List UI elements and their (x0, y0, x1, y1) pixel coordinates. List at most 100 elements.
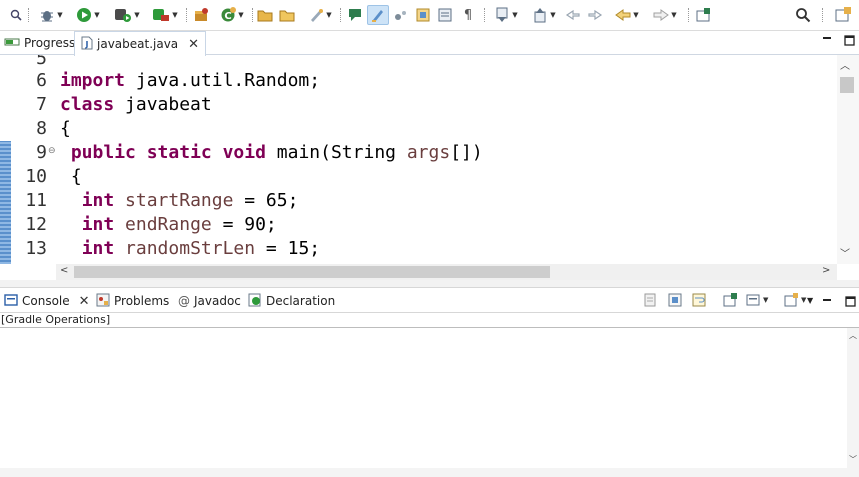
scroll-down-icon[interactable]: ﹀ (849, 454, 857, 465)
maximize-editor-icon[interactable] (844, 35, 855, 49)
declaration-icon (248, 293, 262, 310)
back-button[interactable]: ▼ (610, 5, 644, 25)
next-annotation-button[interactable]: ▼ (490, 5, 522, 25)
chevron-down-icon[interactable]: ▼ (94, 11, 99, 19)
line-number: 7 (36, 94, 47, 115)
chevron-down-icon[interactable]: ▼ (238, 11, 243, 19)
toggle-highlight-icon[interactable] (367, 5, 389, 25)
line-number-gutter: 5 6 7 8 9 ⊖ 10 11 12 13 (11, 55, 56, 264)
fold-collapse-icon[interactable]: ⊖ (48, 146, 56, 156)
console-vertical-scrollbar[interactable]: ︿ ﹀ (847, 328, 859, 477)
new-package-icon[interactable] (192, 5, 210, 25)
line-number: 11 (25, 190, 47, 211)
code-line[interactable]: import java.util.Random; (60, 69, 320, 93)
open-perspective-icon[interactable] (832, 5, 854, 25)
tab-javadoc[interactable]: @ Javadoc (178, 292, 241, 310)
close-icon[interactable]: ✕ (79, 294, 90, 309)
problems-icon (96, 293, 110, 310)
chevron-down-icon[interactable]: ▼ (512, 11, 517, 19)
chevron-down-icon[interactable]: ▼ (134, 11, 139, 19)
pilcrow-icon[interactable]: ¶ (460, 5, 476, 25)
scroll-up-icon[interactable]: ︿ (840, 57, 850, 72)
close-icon[interactable]: ✕ (188, 37, 199, 52)
external-tools-button[interactable]: ▼ (148, 5, 182, 25)
editor-horizontal-scrollbar[interactable]: < > (56, 264, 837, 280)
word-wrap-icon[interactable] (436, 5, 454, 25)
scrollbar-thumb[interactable] (74, 266, 550, 278)
console-horizontal-scrollbar[interactable] (0, 468, 847, 477)
chevron-down-icon[interactable]: ▼ (671, 11, 676, 19)
open-folder-icon[interactable] (278, 5, 296, 25)
bottom-panel-tab-bar: Console ✕ Problems @ Javadoc Declaration… (0, 288, 859, 312)
search-toolbar-icon[interactable] (8, 5, 24, 25)
chevron-down-icon[interactable]: ▼ (763, 296, 768, 304)
editor-tab-bar: Progress J javabeat.java ✕ (0, 31, 859, 56)
code-line[interactable]: public static void main(String args[]) (60, 141, 483, 165)
quick-diff-ruler (0, 55, 11, 264)
tab-console[interactable]: Console ✕ (4, 292, 90, 310)
open-task-button[interactable]: ▼ (304, 5, 336, 25)
run-button[interactable]: ▼ (72, 5, 104, 25)
block-selection-icon[interactable] (414, 5, 432, 25)
open-console-button[interactable]: ▼ (783, 292, 806, 308)
code-editor[interactable]: 5 6 7 8 9 ⊖ 10 11 12 13 import java.util… (0, 55, 859, 264)
forward-edit-icon[interactable] (586, 5, 604, 25)
line-number: 12 (25, 214, 47, 235)
pin-editor-icon[interactable] (694, 5, 712, 25)
tab-label: Console (22, 294, 70, 308)
minimize-editor-icon[interactable] (822, 33, 832, 46)
code-line[interactable]: int randomStrLen = 15; (60, 237, 320, 261)
code-line[interactable]: { (60, 117, 71, 141)
console-output[interactable] (0, 328, 859, 477)
code-line[interactable]: { (60, 165, 82, 189)
scroll-up-icon[interactable]: ︿ (849, 330, 857, 341)
tab-label: Declaration (266, 294, 336, 308)
line-number: 8 (36, 118, 47, 139)
coverage-button[interactable]: ▼ (110, 5, 144, 25)
panel-sash[interactable] (0, 280, 859, 288)
chevron-down-icon[interactable]: ▼ (326, 11, 331, 19)
minimize-panel-icon[interactable] (822, 292, 832, 308)
progress-icon (4, 36, 20, 51)
clear-console-icon[interactable] (643, 292, 659, 308)
show-whitespace-icon[interactable] (392, 5, 410, 25)
view-menu-icon[interactable]: ▼ (807, 292, 813, 308)
code-line[interactable]: int endRange = 90; (60, 213, 277, 237)
scroll-lock-icon[interactable] (667, 292, 683, 308)
console-title: [Gradle Operations] (0, 312, 859, 328)
scroll-down-icon[interactable]: ﹀ (840, 245, 850, 260)
tab-progress[interactable]: Progress (4, 31, 75, 55)
debug-button[interactable]: ▼ (36, 5, 66, 25)
chevron-down-icon[interactable]: ▼ (550, 11, 555, 19)
chevron-down-icon[interactable]: ▼ (172, 11, 177, 19)
scroll-right-icon[interactable]: > (822, 265, 830, 276)
tab-problems[interactable]: Problems (96, 292, 169, 310)
open-type-icon[interactable] (256, 5, 274, 25)
forward-button[interactable]: ▼ (648, 5, 682, 25)
tab-label: Progress (24, 36, 76, 50)
word-wrap-console-icon[interactable] (691, 292, 707, 308)
last-edit-location-icon[interactable] (564, 5, 582, 25)
pin-console-icon[interactable] (722, 292, 738, 308)
tab-label: Problems (114, 294, 170, 308)
java-file-icon: J (81, 36, 93, 53)
previous-annotation-button[interactable]: ▼ (528, 5, 560, 25)
tab-label: Javadoc (194, 294, 241, 308)
chevron-down-icon[interactable]: ▼ (801, 296, 806, 304)
chevron-down-icon[interactable]: ▼ (57, 11, 62, 19)
annotation-icon[interactable] (346, 5, 364, 25)
editor-vertical-scrollbar[interactable]: ︿ ﹀ (837, 55, 859, 264)
chevron-down-icon[interactable]: ▼ (633, 11, 638, 19)
changed-lines-marker (0, 141, 11, 264)
search-icon[interactable] (794, 5, 812, 25)
display-console-button[interactable]: ▼ (745, 292, 768, 308)
tab-javabeat-java[interactable]: J javabeat.java ✕ (74, 31, 207, 56)
new-class-button[interactable]: C ▼ (216, 5, 248, 25)
scroll-left-icon[interactable]: < (60, 265, 68, 276)
javadoc-icon: @ (178, 294, 190, 308)
maximize-panel-icon[interactable] (845, 293, 856, 309)
code-line[interactable]: class javabeat (60, 93, 212, 117)
code-line[interactable]: int startRange = 65; (60, 189, 299, 213)
tab-declaration[interactable]: Declaration (248, 292, 335, 310)
scrollbar-thumb[interactable] (840, 77, 854, 93)
